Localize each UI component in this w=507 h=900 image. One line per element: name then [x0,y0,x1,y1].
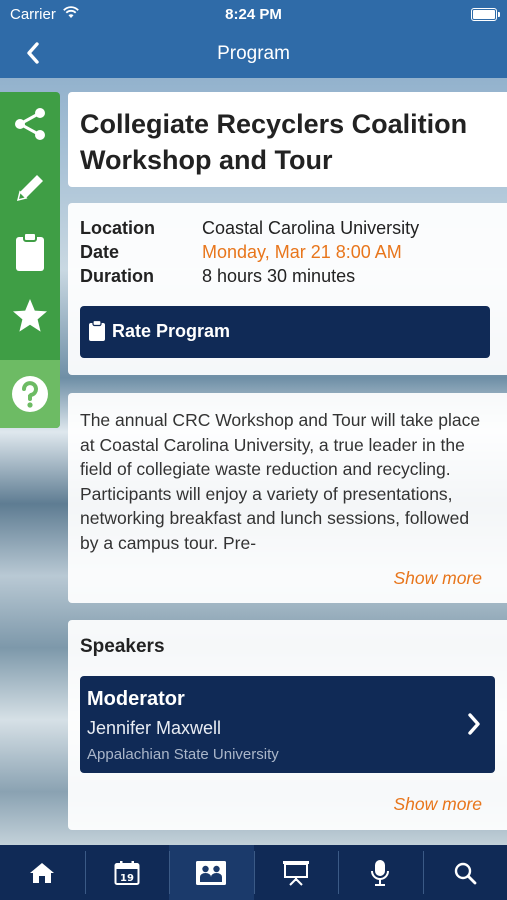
home-icon [30,862,55,883]
speaker-item[interactable]: Moderator Jennifer Maxwell Appalachian S… [80,676,495,773]
speaker-organization: Appalachian State University [87,746,279,763]
speakers-show-more-link[interactable]: Show more [393,794,482,815]
help-icon [12,376,48,412]
search-icon [454,862,477,884]
calendar-icon: 19 [114,860,140,885]
share-icon [15,108,45,140]
clipboard-icon [89,320,105,341]
microphone-icon [371,859,390,886]
duration-value: 8 hours 30 minutes [202,266,356,286]
tab-bar: 19 [0,845,507,900]
clock: 8:24 PM [225,6,282,23]
date-label: Date [80,242,120,262]
nav-bar: Program [0,30,507,78]
tab-speakers[interactable] [338,845,423,900]
pencil-icon [16,175,43,202]
tab-home[interactable] [0,845,85,900]
battery-icon [471,8,500,21]
duration-label: Duration [80,266,154,286]
tab-schedule[interactable]: 19 [84,845,170,900]
rate-program-label: Rate Program [112,321,231,341]
survey-button[interactable] [0,220,60,284]
help-button[interactable] [0,360,60,428]
tab-presentations[interactable] [253,845,339,900]
side-action-rail [0,92,60,428]
clipboard-icon [16,232,44,271]
location-value: Coastal Carolina University [202,218,420,238]
description-show-more-link[interactable]: Show more [393,568,482,589]
speakers-card: Speakers Moderator Jennifer Maxwell Appa… [68,620,507,830]
star-icon [13,299,47,332]
page-title: Program [217,43,290,64]
edit-notes-button[interactable] [0,156,60,220]
tab-search[interactable] [422,845,507,900]
date-value[interactable]: Monday, Mar 21 8:00 AM [202,242,402,263]
program-title: Collegiate Recyclers Coalition Workshop … [80,109,468,175]
chevron-right-icon [468,713,480,735]
calendar-day-number: 19 [120,873,134,884]
speaker-name: Jennifer Maxwell [87,718,222,738]
program-info-card: Location Coastal Carolina University Dat… [68,203,507,375]
speaker-role: Moderator [87,688,185,710]
tab-attendees[interactable] [169,845,254,900]
speakers-heading: Speakers [80,636,165,657]
attendees-icon [196,860,227,885]
favorite-button[interactable] [0,284,60,348]
location-label: Location [80,218,155,238]
program-title-card: Collegiate Recyclers Coalition Workshop … [68,92,507,187]
program-description: The annual CRC Workshop and Tour will ta… [80,410,481,553]
status-bar: Carrier 8:24 PM [0,0,507,30]
description-card: The annual CRC Workshop and Tour will ta… [68,393,507,603]
presentation-icon [282,860,309,886]
share-button[interactable] [0,92,60,156]
rate-program-button[interactable]: Rate Program [80,306,490,358]
